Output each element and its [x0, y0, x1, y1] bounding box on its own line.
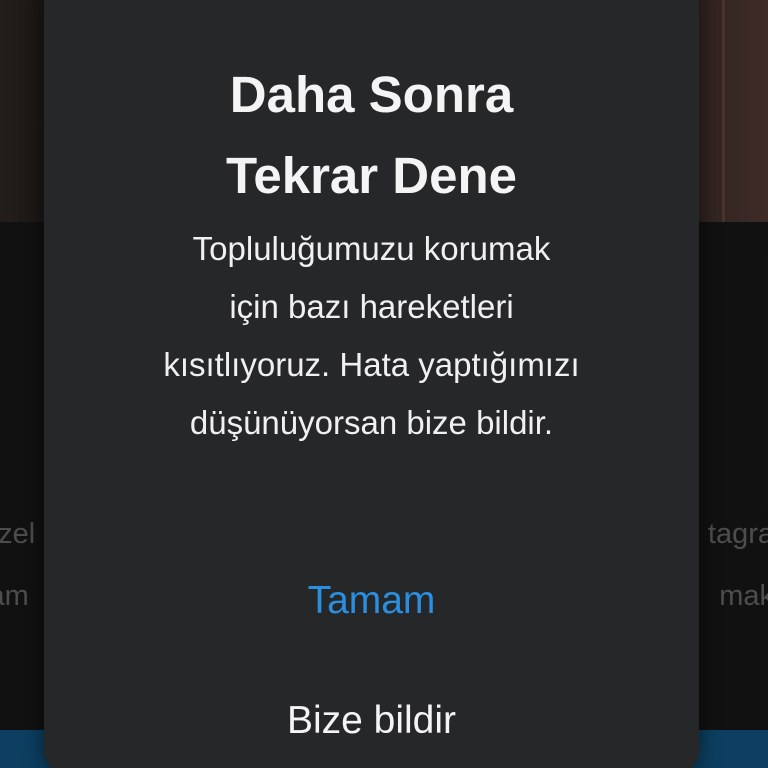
dialog-message: Topluluğumuzu korumak için bazı hareketl…: [163, 230, 580, 441]
app-screen: özel lam tagra mak Daha Sonra Tekrar Den…: [0, 0, 768, 768]
dialog-title: Daha Sonra Tekrar Dene: [225, 66, 518, 204]
ok-button[interactable]: Tamam: [44, 556, 699, 646]
rate-limit-dialog: Daha Sonra Tekrar Dene Topluluğumuzu kor…: [44, 0, 699, 768]
report-button[interactable]: Bize bildir: [44, 676, 699, 766]
